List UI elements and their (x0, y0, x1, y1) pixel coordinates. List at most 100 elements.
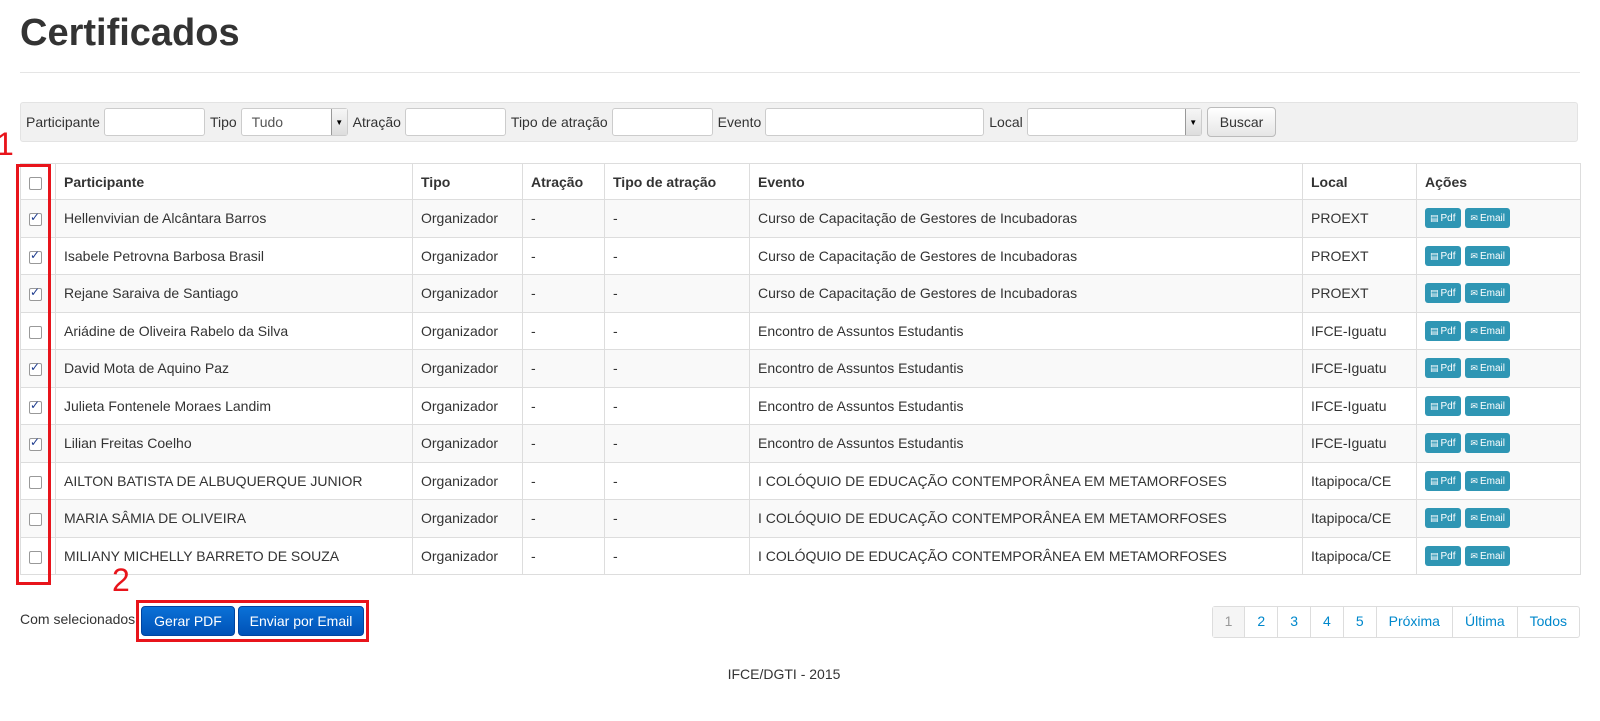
table-row: Rejane Saraiva de SantiagoOrganizador--C… (20, 274, 1581, 313)
row-email-button[interactable]: ✉ Email (1465, 508, 1510, 529)
row-pdf-button[interactable]: ▤ Pdf (1425, 320, 1461, 341)
cell-acoes: ▤ Pdf ✉ Email (1416, 536, 1581, 575)
row-pdf-button[interactable]: ▤ Pdf (1425, 433, 1461, 454)
cell-atracao: - (522, 461, 605, 500)
envelope-icon: ✉ (1470, 400, 1478, 411)
header-local[interactable]: Local (1302, 163, 1417, 200)
cell-atracao: - (522, 199, 605, 238)
page-link[interactable]: 1 (1212, 607, 1245, 637)
local-label: Local (989, 114, 1023, 130)
cell-tipo-atracao: - (604, 499, 750, 538)
page-next-link[interactable]: Próxima (1375, 607, 1452, 637)
cell-atracao: - (522, 536, 605, 575)
header-tipo[interactable]: Tipo (412, 163, 523, 200)
cell-local: PROEXT (1302, 236, 1417, 275)
footer: IFCE/DGTI - 2015 (727, 666, 841, 682)
header-participante[interactable]: Participante (55, 163, 413, 200)
cell-evento: I COLÓQUIO DE EDUCAÇÃO CONTEMPORÂNEA EM … (749, 461, 1303, 500)
row-email-button[interactable]: ✉ Email (1465, 245, 1510, 266)
row-email-button[interactable]: ✉ Email (1465, 433, 1510, 454)
cell-tipo-atracao: - (604, 311, 750, 350)
cell-acoes: ▤ Pdf ✉ Email (1416, 311, 1581, 350)
local-select[interactable]: ▼ (1026, 108, 1202, 136)
header-evento[interactable]: Evento (749, 163, 1303, 200)
file-icon: ▤ (1430, 513, 1439, 524)
bulk-actions-label: Com selecionados: (20, 611, 140, 627)
cell-tipo: Organizador (412, 386, 523, 425)
cell-tipo: Organizador (412, 199, 523, 238)
atracao-input[interactable] (404, 108, 506, 136)
file-icon: ▤ (1430, 250, 1439, 261)
cell-acoes: ▤ Pdf ✉ Email (1416, 236, 1581, 275)
table-row: Isabele Petrovna Barbosa BrasilOrganizad… (20, 236, 1581, 275)
annotation-box-bulk-buttons (136, 600, 369, 642)
page-link[interactable]: 3 (1277, 607, 1310, 637)
row-pdf-button[interactable]: ▤ Pdf (1425, 470, 1461, 491)
header-tipo-atracao[interactable]: Tipo de atração (604, 163, 750, 200)
cell-atracao: - (522, 349, 605, 388)
cell-participante: MARIA SÂMIA DE OLIVEIRA (55, 499, 413, 538)
row-email-button[interactable]: ✉ Email (1465, 320, 1510, 341)
cell-atracao: - (522, 311, 605, 350)
row-pdf-button[interactable]: ▤ Pdf (1425, 508, 1461, 529)
cell-participante: MILIANY MICHELLY BARRETO DE SOUZA (55, 536, 413, 575)
row-email-button[interactable]: ✉ Email (1465, 208, 1510, 229)
row-email-button[interactable]: ✉ Email (1465, 395, 1510, 416)
cell-evento: Encontro de Assuntos Estudantis (749, 349, 1303, 388)
cell-acoes: ▤ Pdf ✉ Email (1416, 424, 1581, 463)
file-icon: ▤ (1430, 438, 1439, 449)
cell-local: PROEXT (1302, 199, 1417, 238)
row-email-button[interactable]: ✉ Email (1465, 283, 1510, 304)
row-pdf-button[interactable]: ▤ Pdf (1425, 545, 1461, 566)
filter-bar: Participante Tipo Tudo ▼ Atração Tipo de… (20, 102, 1578, 142)
page-last-link[interactable]: Última (1451, 607, 1517, 637)
cell-evento: I COLÓQUIO DE EDUCAÇÃO CONTEMPORÂNEA EM … (749, 499, 1303, 538)
cell-local: IFCE-Iguatu (1302, 311, 1417, 350)
participante-input[interactable] (103, 108, 205, 136)
buscar-button[interactable]: Buscar (1206, 107, 1277, 137)
annotation-number: 1 (0, 126, 14, 162)
page-link[interactable]: 2 (1244, 607, 1277, 637)
page-title: Certificados (20, 12, 240, 54)
page-link[interactable]: 5 (1342, 607, 1376, 637)
row-pdf-button[interactable]: ▤ Pdf (1425, 208, 1461, 229)
row-pdf-button[interactable]: ▤ Pdf (1425, 245, 1461, 266)
cell-participante: Ariádine de Oliveira Rabelo da Silva (55, 311, 413, 350)
file-icon: ▤ (1430, 213, 1439, 224)
header-atracao[interactable]: Atração (522, 163, 605, 200)
cell-tipo-atracao: - (604, 236, 750, 275)
cell-acoes: ▤ Pdf ✉ Email (1416, 386, 1581, 425)
table-row: Julieta Fontenele Moraes LandimOrganizad… (20, 386, 1581, 425)
cell-tipo-atracao: - (604, 386, 750, 425)
evento-input[interactable] (765, 108, 985, 136)
cell-tipo-atracao: - (604, 424, 750, 463)
cell-tipo-atracao: - (604, 274, 750, 313)
annotation-number: 2 (112, 562, 130, 598)
cell-evento: Encontro de Assuntos Estudantis (749, 311, 1303, 350)
row-email-button[interactable]: ✉ Email (1465, 358, 1510, 379)
page-link[interactable]: 4 (1310, 607, 1343, 637)
file-icon: ▤ (1430, 325, 1439, 336)
row-pdf-button[interactable]: ▤ Pdf (1425, 395, 1461, 416)
cell-local: IFCE-Iguatu (1302, 386, 1417, 425)
cell-atracao: - (522, 274, 605, 313)
chevron-down-icon: ▼ (330, 109, 347, 135)
cell-participante: AILTON BATISTA DE ALBUQUERQUE JUNIOR (55, 461, 413, 500)
page-all-link[interactable]: Todos (1516, 607, 1579, 637)
cell-atracao: - (522, 424, 605, 463)
cell-evento: I COLÓQUIO DE EDUCAÇÃO CONTEMPORÂNEA EM … (749, 536, 1303, 575)
participante-label: Participante (26, 114, 100, 130)
table-row: AILTON BATISTA DE ALBUQUERQUE JUNIOR Orga… (20, 461, 1581, 500)
tipo-select[interactable]: Tudo ▼ (240, 108, 348, 136)
envelope-icon: ✉ (1470, 288, 1478, 299)
row-email-button[interactable]: ✉ Email (1465, 470, 1510, 491)
cell-tipo: Organizador (412, 499, 523, 538)
evento-label: Evento (717, 114, 762, 130)
tipo-label: Tipo (209, 114, 237, 130)
atracao-label: Atração (352, 114, 401, 130)
tipo-atracao-input[interactable] (611, 108, 713, 136)
annotation-box-checkboxes (16, 164, 51, 585)
row-pdf-button[interactable]: ▤ Pdf (1425, 358, 1461, 379)
row-email-button[interactable]: ✉ Email (1465, 545, 1510, 566)
row-pdf-button[interactable]: ▤ Pdf (1425, 283, 1461, 304)
